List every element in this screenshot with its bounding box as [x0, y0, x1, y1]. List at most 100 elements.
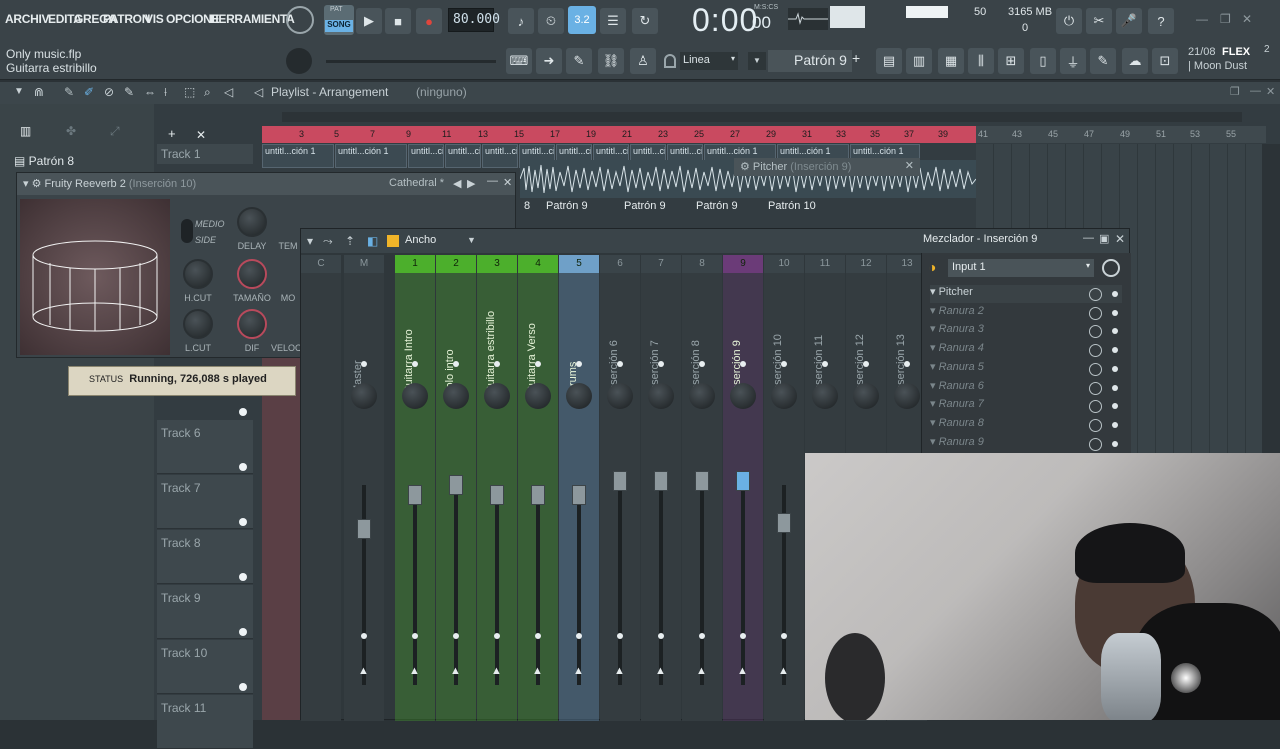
pan-knob[interactable]: [566, 383, 592, 409]
mixer-strip-C[interactable]: C: [301, 255, 341, 721]
piano-roll-button[interactable]: ▥: [906, 48, 932, 74]
volume-fader[interactable]: [654, 471, 668, 491]
low-cut-knob[interactable]: [183, 309, 213, 339]
mixer-strip-3[interactable]: 3 Guitarra estribillo ▲: [477, 255, 517, 721]
strip-name[interactable]: Guitarra Intro: [403, 299, 423, 394]
brush-button[interactable]: ✎: [566, 48, 592, 74]
track-mute-led[interactable]: [239, 408, 247, 416]
slot-menu-icon[interactable]: ▾: [930, 286, 939, 298]
pattern-list-item[interactable]: ▤ Patrón 8: [14, 154, 154, 170]
snap-select[interactable]: Linea ▾: [680, 52, 738, 70]
slot-mix-knob[interactable]: [1089, 344, 1102, 358]
maximize-icon[interactable]: ▣: [1099, 232, 1109, 245]
mute-tool-icon[interactable]: ✎: [124, 85, 134, 99]
pitcher-window-titlebar[interactable]: ⚙ Pitcher (Inserción 9) ✕: [734, 158, 920, 176]
step-edit-button[interactable]: ☰: [600, 8, 626, 34]
slot-menu-icon[interactable]: ▾: [930, 305, 939, 317]
pan-knob[interactable]: [525, 383, 551, 409]
brush-tool-icon[interactable]: ✐: [84, 85, 94, 99]
strip-enable-led[interactable]: [617, 361, 623, 367]
strip-enable-led[interactable]: [412, 361, 418, 367]
audio-clip[interactable]: untitl...ción 1: [262, 144, 334, 168]
audio-clip[interactable]: untitl...ción 1: [482, 144, 518, 168]
pan-knob[interactable]: [484, 383, 510, 409]
file-button[interactable]: ▯: [1030, 48, 1056, 74]
pitcher-close-icon[interactable]: ✕: [905, 159, 914, 172]
slice-tool-icon[interactable]: ⟊: [164, 85, 167, 100]
master-volume-knob[interactable]: [286, 6, 314, 34]
pan-knob[interactable]: [402, 383, 428, 409]
timeline-ruler-right[interactable]: 41 43 45 47 49 51 53 55: [976, 126, 1266, 143]
slot-enable-led[interactable]: [1112, 403, 1118, 410]
insert-slot-1[interactable]: ▾ Pitcher: [930, 285, 1122, 303]
audio-clip[interactable]: untitl...ción 1: [445, 144, 481, 168]
slot-mix-knob[interactable]: [1089, 306, 1102, 320]
volume-fader-track[interactable]: [413, 485, 417, 685]
mic-button[interactable]: 🎤: [1116, 8, 1142, 34]
delete-tool-icon[interactable]: ⊘: [104, 85, 114, 99]
slot-menu-icon[interactable]: ▾: [930, 398, 939, 410]
strip-enable-led[interactable]: [863, 361, 869, 367]
pattern-clip[interactable]: 8: [524, 200, 530, 212]
strip-name[interactable]: Inserción 7: [649, 299, 669, 394]
cut-tool-button[interactable]: ✂: [1086, 8, 1112, 34]
strip-name[interactable]: solo intro: [444, 299, 464, 394]
strip-number[interactable]: 4: [518, 255, 558, 273]
strip-name[interactable]: Inserción 12: [854, 299, 874, 394]
volume-fader[interactable]: [572, 485, 586, 505]
magnet-icon[interactable]: [664, 54, 676, 68]
send-led[interactable]: [361, 633, 367, 639]
mixer-button[interactable]: ⫼: [968, 48, 994, 74]
audio-clip-icon[interactable]: ⤢: [110, 124, 120, 139]
close-icon[interactable]: ✕: [503, 176, 512, 189]
volume-fader-track[interactable]: [659, 485, 663, 685]
slot-menu-icon[interactable]: ▾: [930, 361, 939, 373]
cloud-button[interactable]: ☁: [1122, 48, 1148, 74]
menu-vista[interactable]: VIS: [145, 12, 164, 26]
metronome-button[interactable]: ♪: [508, 8, 534, 34]
mixer-strip-9[interactable]: 9 Inserción 9 ▲: [723, 255, 763, 721]
strip-name[interactable]: Inserción 10: [772, 299, 792, 394]
tempo-display[interactable]: 80.000: [448, 8, 500, 32]
volume-fader[interactable]: [613, 471, 627, 491]
strip-enable-led[interactable]: [781, 361, 787, 367]
pencil-icon[interactable]: ✎: [64, 85, 74, 99]
magnet-small-icon[interactable]: ⋒: [34, 85, 44, 99]
route-arrow-icon[interactable]: ▲: [778, 665, 789, 677]
send-led[interactable]: [412, 633, 418, 639]
strip-enable-led[interactable]: [904, 361, 910, 367]
send-led[interactable]: [658, 633, 664, 639]
strip-enable-led[interactable]: [699, 361, 705, 367]
pattern-clip[interactable]: Patrón 10: [768, 200, 816, 212]
send-led[interactable]: [576, 633, 582, 639]
mixer-strip-7[interactable]: 7 Inserción 7 ▲: [641, 255, 681, 721]
volume-fader-track[interactable]: [577, 485, 581, 685]
route-arrow-icon[interactable]: ▲: [696, 665, 707, 677]
pattern-menu-button[interactable]: ▼: [748, 52, 766, 70]
mixer-strip-M[interactable]: M Master ▲: [344, 255, 384, 721]
mixer-strip-4[interactable]: 4 Guitarra Verso ▲: [518, 255, 558, 721]
pan-knob[interactable]: [771, 383, 797, 409]
pattern-clip[interactable]: Patrón 9: [546, 200, 588, 212]
slot-menu-icon[interactable]: ▾: [930, 417, 939, 429]
route-arrow-icon[interactable]: ▲: [358, 665, 369, 677]
piano-icon[interactable]: ▥: [20, 124, 31, 138]
minimize-icon[interactable]: —: [1083, 232, 1094, 244]
playlist-subtitle[interactable]: (ninguno): [416, 85, 467, 99]
send-led[interactable]: [617, 633, 623, 639]
strip-name[interactable]: Inserción 9: [731, 299, 751, 394]
restore-icon[interactable]: ❐: [1220, 12, 1231, 26]
close-icon[interactable]: ✕: [1115, 232, 1125, 246]
insert-slot-8[interactable]: ▾ Ranura 8: [930, 416, 1122, 434]
route-arrow-icon[interactable]: ▲: [491, 665, 502, 677]
slot-enable-led[interactable]: [1112, 347, 1118, 354]
typing-keyboard-button[interactable]: ⌨: [506, 48, 532, 74]
insert-slot-6[interactable]: ▾ Ranura 6: [930, 379, 1122, 397]
slot-mix-knob[interactable]: [1089, 381, 1102, 395]
strip-enable-led[interactable]: [453, 361, 459, 367]
insert-slot-4[interactable]: ▾ Ranura 4: [930, 341, 1122, 359]
reverb-titlebar[interactable]: ▾ ⚙ Fruity Reeverb 2 (Inserción 10) Cath…: [17, 173, 515, 195]
slot-menu-icon[interactable]: ▾: [930, 436, 939, 448]
slot-mix-knob[interactable]: [1089, 400, 1102, 414]
strip-number[interactable]: 3: [477, 255, 517, 273]
